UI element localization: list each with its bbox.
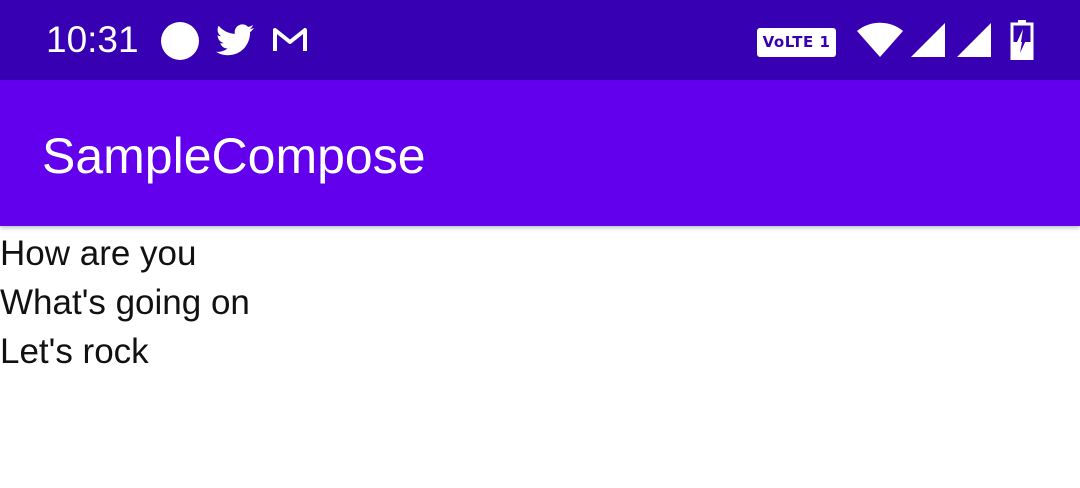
twitter-icon: [216, 24, 254, 56]
status-time: 10:31: [46, 19, 139, 60]
battery-charging-icon: [1010, 20, 1034, 60]
message-text: Let's rock: [0, 332, 149, 371]
volte-badge: VoLTE 1: [757, 28, 836, 57]
circle-icon: [161, 22, 199, 60]
message-text: What's going on: [0, 283, 250, 322]
signal-icon: [957, 23, 991, 57]
gmail-icon: [273, 28, 307, 51]
signal-icon: [911, 23, 945, 57]
status-bar: 10:31 VoLTE 1: [0, 0, 1080, 80]
wifi-icon: [857, 22, 903, 57]
top-app-bar: SampleCompose: [0, 80, 1080, 226]
app-title: SampleCompose: [42, 128, 426, 184]
message-text: How are you: [0, 234, 197, 273]
message-list: How are you What's going on Let's rock: [0, 229, 1080, 376]
